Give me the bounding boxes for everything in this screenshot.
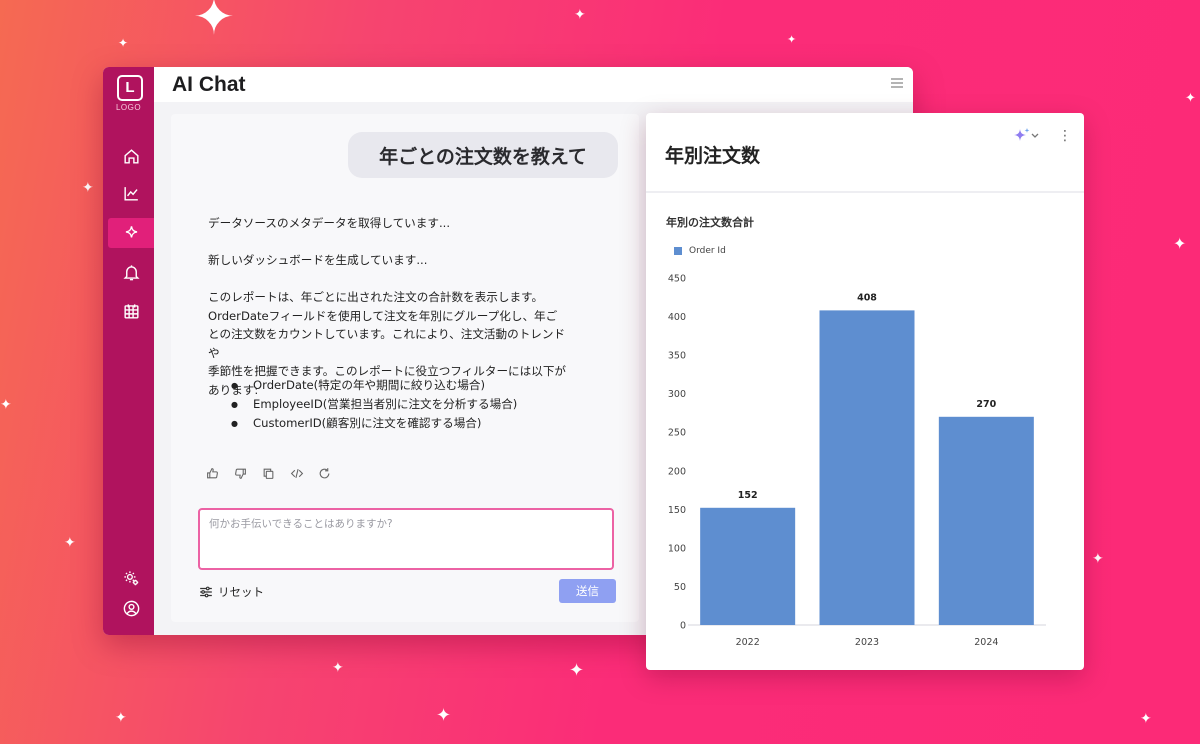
data-label: 152	[738, 490, 758, 501]
response-line: このレポートは、年ごとに出された注文の合計数を表示します。	[208, 290, 544, 304]
x-tick-label: 2024	[974, 637, 998, 648]
filter-list: OrderDate(特定の年や期間に絞り込む場合) EmployeeID(営業担…	[231, 376, 517, 433]
logo-text: LOGO	[115, 103, 142, 112]
logo: L	[117, 75, 143, 101]
copy-button[interactable]	[261, 466, 276, 481]
y-tick-label: 300	[668, 389, 686, 400]
sparkle-decoration: ✦	[1173, 234, 1187, 253]
reset-button[interactable]: リセット	[199, 584, 264, 600]
sparkle-decoration: ✦	[569, 660, 585, 681]
code-button[interactable]	[289, 466, 304, 481]
chart-icon	[123, 186, 138, 201]
send-button[interactable]: 送信	[559, 579, 616, 603]
sparkle-decoration: ✦	[115, 710, 127, 726]
y-tick-label: 350	[668, 351, 686, 362]
list-item: CustomerID(顧客別に注文を確認する場合)	[231, 414, 517, 433]
thumbs-up-icon	[207, 468, 218, 479]
reset-label: リセット	[218, 585, 264, 599]
user-message-bubble: 年ごとの注文数を教えて	[348, 132, 618, 178]
sparkle-decoration: ✦	[64, 535, 76, 551]
x-tick-label: 2022	[736, 637, 760, 648]
bar	[938, 416, 1034, 625]
chat-input-container	[198, 508, 630, 570]
sparkle-decoration: ✦	[118, 36, 129, 50]
y-tick-label: 200	[668, 466, 686, 477]
page-title: AI Chat	[172, 73, 246, 96]
refresh-icon	[319, 468, 330, 479]
x-tick-label: 2023	[855, 637, 879, 648]
menu-icon[interactable]	[891, 78, 903, 88]
chart-card: 年別注文数 ⋮ 年別の注文数合計 Order Id 0 50 100 150 200 25…	[646, 113, 1084, 670]
thumbs-down-icon	[235, 468, 246, 479]
bell-icon	[122, 264, 140, 280]
calendar-icon	[123, 303, 139, 319]
y-tick-label: 450	[668, 274, 686, 285]
sparkle-icon	[125, 225, 137, 238]
top-bar: AI Chat	[154, 67, 913, 102]
sparkle-decoration: ✦	[574, 7, 586, 23]
response-line: OrderDateフィールドを使用して注文を年別にグループ化し、年ご	[208, 308, 558, 323]
list-item: EmployeeID(営業担当者別に注文を分析する場合)	[231, 395, 517, 414]
y-tick-label: 50	[674, 582, 686, 593]
sparkle-decoration: ✦	[1140, 711, 1152, 727]
sparkle-decoration: ✦	[787, 33, 797, 46]
sparkle-decoration: ✦	[332, 660, 344, 676]
sidebar: L LOGO	[103, 67, 154, 635]
sparkle-decoration: ✦	[1185, 91, 1196, 106]
sidebar-item-calendar[interactable]	[108, 296, 154, 326]
y-tick-label: 150	[668, 505, 686, 516]
bar-chart: 0 50 100 150 200 250 300 350 400 450 152 2022 408 202…	[668, 274, 1046, 648]
code-icon	[290, 469, 303, 478]
sidebar-item-ai-chat[interactable]	[108, 218, 154, 248]
copy-icon	[263, 468, 274, 479]
list-item: OrderDate(特定の年や期間に絞り込む場合)	[231, 376, 517, 395]
bar	[819, 310, 915, 625]
sparkle-decoration: ✦	[1092, 551, 1104, 567]
sliders-icon	[200, 586, 212, 598]
status-message: データソースのメタデータを取得しています...	[208, 216, 451, 230]
y-tick-label: 0	[680, 621, 686, 632]
sidebar-item-profile[interactable]	[108, 593, 154, 623]
user-icon	[123, 600, 139, 616]
status-message: 新しいダッシュボードを生成しています...	[208, 253, 428, 267]
home-icon	[123, 148, 139, 164]
y-tick-label: 100	[668, 543, 686, 554]
sidebar-item-analytics[interactable]	[108, 178, 154, 208]
sparkle-decoration: ✦	[193, 0, 235, 46]
sidebar-item-settings[interactable]	[108, 563, 154, 593]
sparkle-decoration: ✦	[436, 705, 452, 726]
sparkle-decoration: ✦	[82, 180, 94, 196]
sidebar-item-notifications[interactable]	[108, 257, 154, 287]
y-tick-label: 400	[668, 312, 686, 323]
y-tick-label: 250	[668, 428, 686, 439]
chat-input[interactable]	[200, 510, 630, 538]
sidebar-item-home[interactable]	[108, 141, 154, 171]
thumbs-down-button[interactable]	[233, 466, 248, 481]
data-label: 408	[857, 292, 877, 303]
chat-panel: 年ごとの注文数を教えて データソースのメタデータを取得しています... 新しいダ…	[171, 114, 639, 622]
bar	[700, 507, 796, 625]
message-actions	[205, 466, 332, 481]
thumbs-up-button[interactable]	[205, 466, 220, 481]
settings-icon	[123, 570, 138, 585]
sparkle-decoration: ✦	[0, 397, 12, 413]
response-line: との注文数をカウントしています。これにより、注文活動のトレンドや	[208, 327, 566, 360]
regenerate-button[interactable]	[317, 466, 332, 481]
data-label: 270	[976, 399, 996, 410]
